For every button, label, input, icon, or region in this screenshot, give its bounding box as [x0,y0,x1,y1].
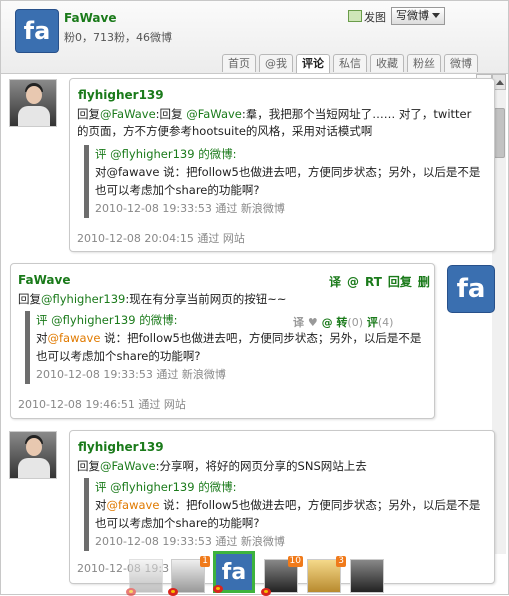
comment-text: 回复@flyhigher139:现在有分享当前网页的按钮~~ [18,291,423,308]
header-stats: 粉0，713粉，46微博 [64,31,172,44]
unread-badge: 3 [336,556,346,567]
comment-text-part: :回复 [155,107,187,121]
repost-button[interactable]: 转 [336,316,347,329]
account-avatar-selected[interactable]: fa [213,551,255,593]
quote-label: 评 [95,480,107,494]
unread-badge: 10 [287,556,303,567]
mention-button[interactable]: @ [322,316,333,329]
avatar-body [18,106,50,126]
reply-button[interactable]: 回复 [388,275,412,289]
tab-followers[interactable]: 粉丝 [407,54,441,72]
avatar-face [26,438,42,456]
image-icon [348,10,362,22]
quote-label: 评 [36,313,48,327]
comment-card: flyhigher139 回复@FaWave:回复 @FaWave:羣，我把那个… [69,78,495,252]
commenter-avatar[interactable] [9,431,57,479]
comment-footer: 2010-12-08 20:04:15 通过 网站 [77,232,245,245]
translate-button[interactable]: 译 [329,275,341,289]
comment-username[interactable]: flyhigher139 [78,88,164,102]
mention-link[interactable]: @fawave [107,498,160,512]
tab-bar: 首页 @我 评论 私信 收藏 粉丝 微博 [222,54,478,73]
comment-actions: 译 @ RT 回复删 [323,273,430,290]
comment-username[interactable]: FaWave [18,273,70,287]
post-image-label: 发图 [364,11,386,24]
comment-text-part: :分享啊，将好的网页分享的SNS网站上去 [155,459,367,473]
comment-count: (4) [377,316,394,329]
quote-body-pre: 对 [95,498,107,512]
account-switcher: 1 fa 10 3 [126,551,389,596]
quote-author-link[interactable]: @flyhigher139 [110,480,194,494]
fawave-avatar[interactable]: fa [447,265,495,313]
mention-button[interactable]: @ [347,275,359,289]
mention-link[interactable]: @flyhigher139 [41,292,125,306]
translate-button[interactable]: 译 [293,316,304,329]
user-avatar[interactable]: fa [15,9,59,53]
account-avatar[interactable] [126,559,163,596]
mention-link[interactable]: @FaWave [100,107,156,121]
scrollbar-thumb[interactable] [494,108,505,158]
quote-suffix: 的微博: [139,313,178,327]
quote-body-pre: 对 [36,331,48,345]
comment-username[interactable]: flyhigher139 [78,440,164,454]
avatar-face [26,86,42,104]
account-avatar[interactable]: 1 [168,556,210,596]
chevron-down-icon [432,13,440,18]
quote-actions: 译 ♥ @ 转(0) 评(4) [293,314,393,330]
weibo-icon [213,585,223,593]
comment-text: 回复@FaWave:分享啊，将好的网页分享的SNS网站上去 [77,458,482,475]
quote-meta: 2010-12-08 19:33:53 通过 新浪微博 [95,535,285,548]
commenter-avatar[interactable] [9,79,57,127]
comment-text: 回复@FaWave:回复 @FaWave:羣，我把那个当短网址了…… 对了，tw… [77,106,482,140]
heart-icon[interactable]: ♥ [308,316,318,329]
header-username[interactable]: FaWave [64,11,116,25]
mention-link[interactable]: @FaWave [100,459,156,473]
tab-weibo[interactable]: 微博 [444,54,478,72]
account-avatar[interactable]: 3 [307,556,346,593]
quote-label: 评 [95,147,107,161]
reply-prefix: 回复 [77,107,100,121]
comment-button[interactable]: 评 [367,316,378,329]
delete-button[interactable]: 删 [418,275,430,289]
account-avatar[interactable]: 10 [261,556,303,596]
comment-card: FaWave 译 @ RT 回复删 回复@flyhigher139:现在有分享当前网页… [10,263,435,419]
tab-favorites[interactable]: 收藏 [370,54,404,72]
quote-author-link[interactable]: @flyhigher139 [110,147,194,161]
quoted-weibo: 评 @flyhigher139 的微博: 对@fawave 说：把follow5… [84,145,485,218]
reply-prefix: 回复 [18,292,41,306]
account-avatar[interactable] [350,559,384,593]
mention-link[interactable]: @FaWave [186,107,242,121]
tab-messages[interactable]: 私信 [333,54,367,72]
logo-text: fa [221,559,247,585]
tab-home[interactable]: 首页 [222,54,256,72]
quote-suffix: 的微博: [198,147,237,161]
quote-body: 对@fawave 说：把follow5也做进去吧，方便同步状态；另外，以后是不是… [95,165,481,197]
quote-meta: 2010-12-08 19:33:53 通过 新浪微博 [36,368,226,381]
tab-comments[interactable]: 评论 [296,54,330,73]
header: fa FaWave 粉0，713粉，46微博 发图 写微博 首页 @我 评论 私… [1,1,508,74]
avatar-body [18,458,50,478]
quoted-weibo: 评 @flyhigher139 的微博: 对@fawave 说：把follow5… [84,478,485,551]
popup-window: fa FaWave 粉0，713粉，46微博 发图 写微博 首页 @我 评论 私… [0,0,509,596]
quote-author-link[interactable]: @flyhigher139 [51,313,135,327]
reply-prefix: 回复 [77,459,100,473]
post-image-button[interactable]: 发图 [348,9,386,25]
write-weibo-button[interactable]: 写微博 [391,7,445,25]
quote-suffix: 的微博: [198,480,237,494]
mention-link[interactable]: @fawave [48,331,101,345]
quote-meta: 2010-12-08 19:33:53 通过 新浪微博 [95,202,285,215]
tab-mentions[interactable]: @我 [259,54,293,72]
retweet-button[interactable]: RT [365,275,382,289]
unread-badge: 1 [200,556,210,567]
comment-text-part: :现在有分享当前网页的按钮~~ [125,292,287,306]
write-weibo-label: 写微博 [396,9,429,22]
repost-count: (0) [347,316,363,329]
comment-footer: 2010-12-08 19:46:51 通过 网站 [18,398,186,411]
